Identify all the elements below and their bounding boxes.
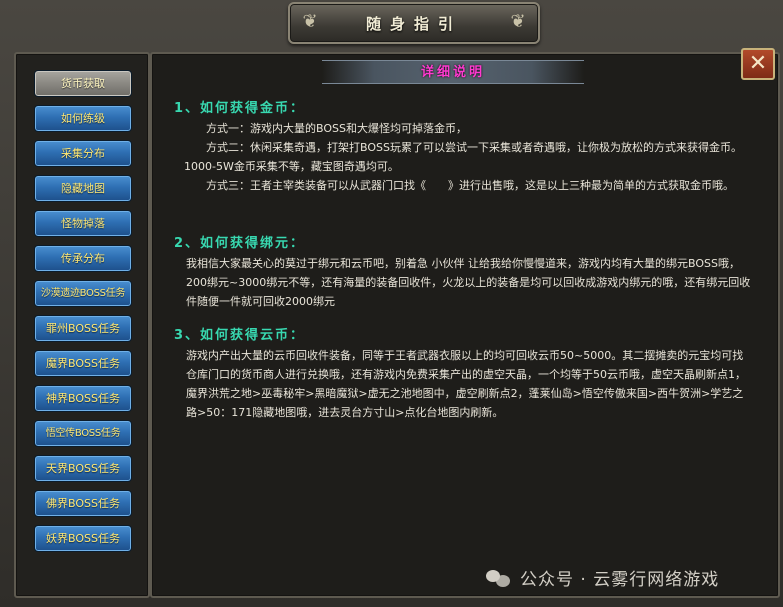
nav-item-wukong-boss[interactable]: 悟空传BOSS任务 <box>34 420 132 447</box>
watermark: 公众号 · 云雾行网络游戏 <box>486 565 719 590</box>
nav-item-god-boss[interactable]: 神界BOSS任务 <box>34 385 132 412</box>
nav-item-zuizhou-boss[interactable]: 罪州BOSS任务 <box>34 315 132 342</box>
section-bound-yuan: 2、如何获得绑元： 我相信大家最关心的莫过于绑元和云币吧，别着急 小伙伴 让给我… <box>174 234 754 311</box>
section-paragraph: 游戏内产出大量的云币回收件装备，同等于王者武器衣服以上的均可回收云币50~500… <box>186 349 746 419</box>
section-paragraph: 方式三：王者主宰类装备可以从武器门口找《 》进行出售哦，这是以上三种最为简单的方… <box>206 179 734 192</box>
nav-item-hidden-maps[interactable]: 隐藏地图 <box>34 175 132 202</box>
close-button[interactable]: ✕ <box>741 48 775 80</box>
nav-item-monster-drops[interactable]: 怪物掉落 <box>34 210 132 237</box>
nav-item-yao-boss[interactable]: 妖界BOSS任务 <box>34 525 132 552</box>
window-title: 随身指引 <box>365 14 462 33</box>
detail-header: 详细说明 <box>322 60 584 84</box>
detail-header-label: 详细说明 <box>420 65 485 80</box>
section-paragraph: 方式二：休闲采集奇遇，打架打BOSS玩累了可以尝试一下采集或者奇遇哦，让你极为放… <box>184 141 742 173</box>
nav-item-inheritance[interactable]: 传承分布 <box>34 245 132 272</box>
section-title: 3、如何获得云币： <box>174 328 306 343</box>
watermark-text: 公众号 · 云雾行网络游戏 <box>520 570 720 590</box>
right-scroll-ornament-icon: ❦ <box>510 11 526 32</box>
nav-item-buddha-boss[interactable]: 佛界BOSS任务 <box>34 490 132 517</box>
section-cloud-coin: 3、如何获得云币： 游戏内产出大量的云币回收件装备，同等于王者武器衣服以上的均可… <box>174 326 754 422</box>
section-paragraph: 我相信大家最关心的莫过于绑元和云币吧，别着急 小伙伴 让给我给你慢慢道来，游戏内… <box>186 257 751 308</box>
nav-item-gathering[interactable]: 采集分布 <box>34 140 132 167</box>
nav-item-heaven-boss[interactable]: 天界BOSS任务 <box>34 455 132 482</box>
game-window: ❦ 随身指引 ❦ 货币获取 如何练级 采集分布 隐藏地图 怪物掉落 传承分布 沙… <box>0 0 783 607</box>
section-gold: 1、如何获得金币： 方式一：游戏内大量的BOSS和大爆怪均可掉落金币， 方式二：… <box>174 99 754 195</box>
nav-item-leveling[interactable]: 如何练级 <box>34 105 132 132</box>
section-title: 1、如何获得金币： <box>174 101 306 116</box>
section-title: 2、如何获得绑元： <box>174 236 306 251</box>
section-paragraph: 方式一：游戏内大量的BOSS和大爆怪均可掉落金币， <box>206 122 467 135</box>
nav-item-desert-boss[interactable]: 沙漠遗迹BOSS任务 <box>34 280 132 307</box>
wechat-icon <box>486 568 512 588</box>
nav-item-currency[interactable]: 货币获取 <box>34 70 132 97</box>
left-scroll-ornament-icon: ❦ <box>302 11 318 32</box>
title-plaque: ❦ 随身指引 ❦ <box>288 2 540 44</box>
nav-item-demon-boss[interactable]: 魔界BOSS任务 <box>34 350 132 377</box>
guide-nav-panel: 货币获取 如何练级 采集分布 隐藏地图 怪物掉落 传承分布 沙漠遗迹BOSS任务… <box>14 52 150 598</box>
